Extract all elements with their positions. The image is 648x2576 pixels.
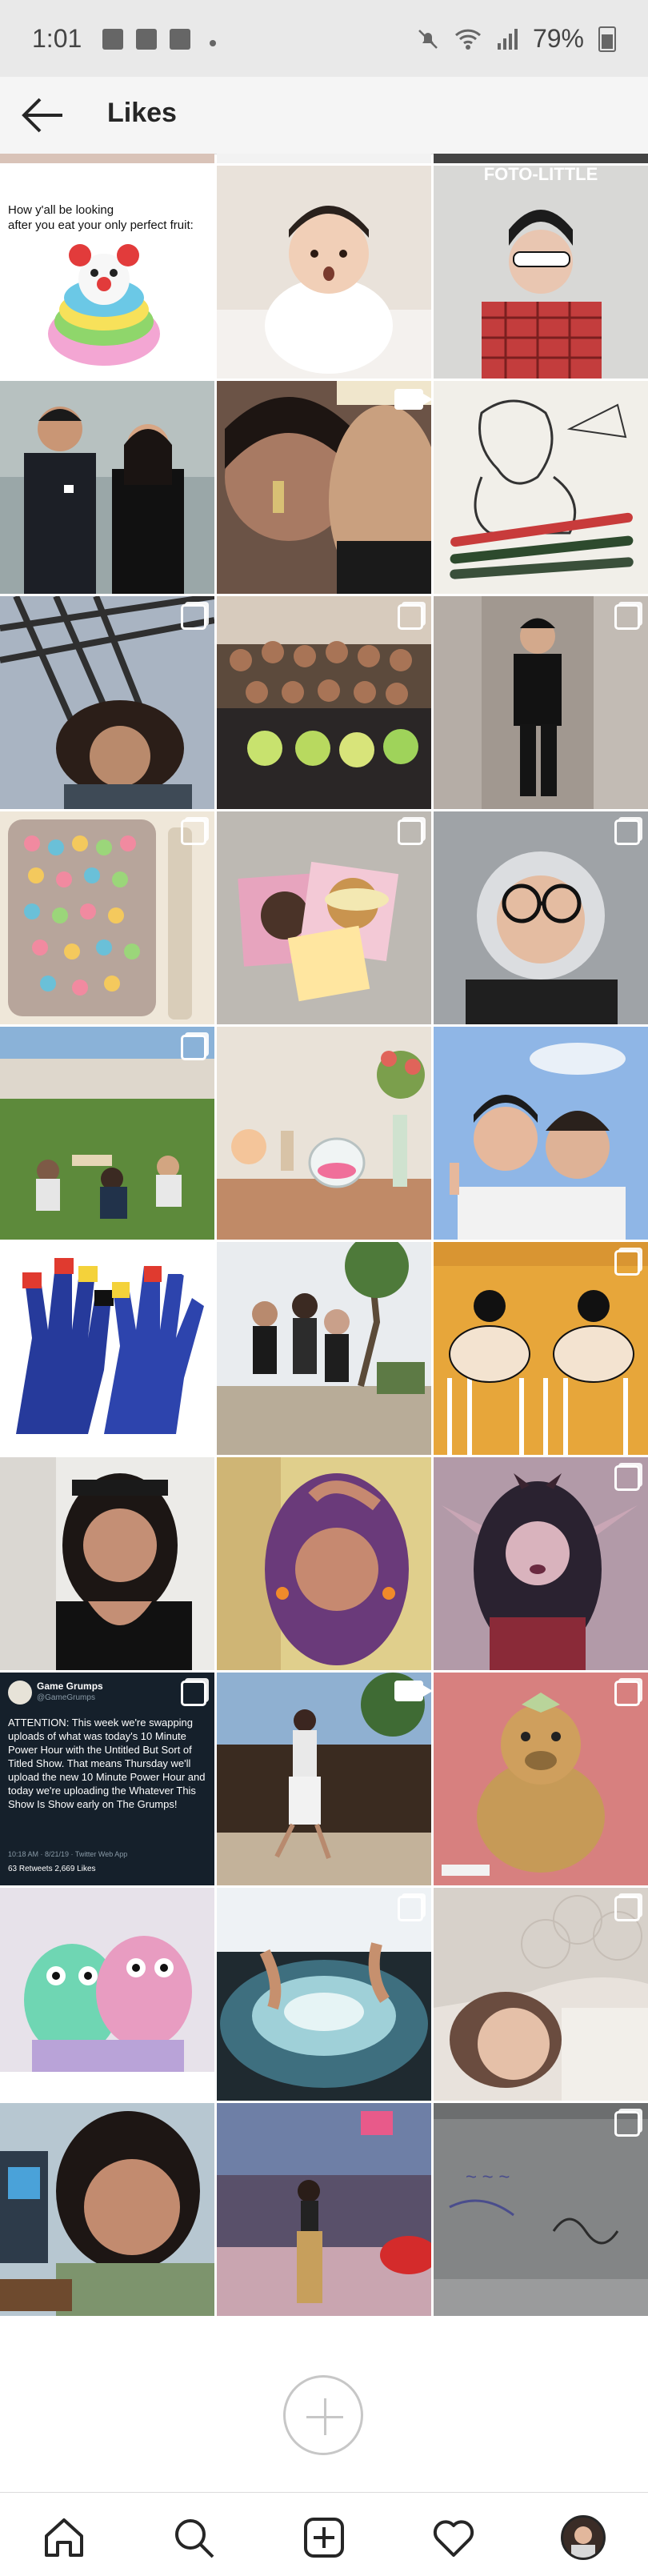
post-tile-meme[interactable]: How y'all be looking after you eat your … — [0, 166, 214, 379]
tweet-meta: 10:18 AM · 8/21/19 · Twitter Web App — [8, 1850, 128, 1858]
post-tile-street[interactable] — [217, 2103, 431, 2316]
post-tile-water[interactable] — [217, 1888, 431, 2101]
post-tile-cards[interactable] — [217, 811, 431, 1024]
street-night-photo — [217, 2103, 431, 2316]
likes-screen: 1:01 79% Likes How y'all be looking afte… — [0, 0, 648, 2576]
post-tile-baby[interactable] — [217, 166, 431, 379]
magazine-cover-photo: FOTO-LITTLE — [434, 166, 648, 379]
carousel-icon — [614, 1250, 640, 1276]
post-tile-magazine[interactable]: FOTO-LITTLE — [434, 166, 648, 379]
tweet-stats: 63 Retweets 2,669 Likes — [8, 1865, 96, 1873]
purple-hair-photo — [217, 1457, 431, 1670]
tweet-author-handle: @GameGrumps — [37, 1693, 95, 1702]
page-title: Likes — [107, 98, 177, 128]
new-post-icon[interactable] — [302, 2515, 346, 2560]
post-tile-friends[interactable] — [217, 1242, 431, 1455]
selfie-photo — [0, 2103, 214, 2316]
status-bar: 1:01 79% — [0, 0, 648, 77]
mute-icon — [418, 29, 438, 49]
liked-posts-grid: How y'all be looking after you eat your … — [0, 154, 648, 2346]
sketch-photo — [434, 381, 648, 594]
post-tile-cropped[interactable] — [217, 154, 431, 163]
video-icon — [394, 1681, 431, 1701]
more-dot-icon — [210, 40, 216, 46]
post-tile-still-life[interactable] — [217, 1027, 431, 1240]
lipstick-video-thumbnail — [217, 381, 431, 594]
header: Likes — [0, 77, 648, 154]
post-tile-wall[interactable]: ~ ~ ~ — [434, 2103, 648, 2316]
tweet-avatar — [8, 1681, 32, 1705]
clown-character-image — [48, 244, 160, 366]
video-icon — [394, 389, 431, 410]
monster-toys-photo — [0, 1888, 214, 2101]
post-tile-dance[interactable] — [217, 1673, 431, 1885]
search-icon[interactable] — [171, 2515, 216, 2560]
message-icon — [170, 29, 190, 50]
carousel-icon — [614, 2111, 640, 2137]
post-tile-mirror[interactable] — [434, 596, 648, 809]
post-tile-lipstick[interactable] — [217, 381, 431, 594]
post-tile-socks[interactable] — [434, 1242, 648, 1455]
tweet-author-name: Game Grumps — [37, 1681, 103, 1692]
couple-photo — [0, 381, 214, 594]
mail-icon — [136, 29, 157, 50]
carousel-icon — [614, 819, 640, 845]
post-tile-plush[interactable] — [434, 1673, 648, 1885]
carousel-icon — [181, 1035, 206, 1060]
carousel-icon — [398, 604, 423, 630]
dance-video-thumbnail — [217, 1673, 431, 1885]
post-tile-purple-hair[interactable] — [217, 1457, 431, 1670]
signal-icon — [497, 28, 518, 50]
carousel-icon — [181, 819, 206, 845]
post-tile-glasses[interactable] — [434, 811, 648, 1024]
post-tile-elf-art[interactable] — [434, 1457, 648, 1670]
carousel-icon — [398, 819, 423, 845]
post-tile-peace[interactable] — [434, 1027, 648, 1240]
wifi-icon — [454, 29, 481, 50]
still-life-photo — [217, 1027, 431, 1240]
magazine-masthead: FOTO-LITTLE — [484, 166, 598, 184]
system-icons: 79% — [416, 24, 616, 54]
carousel-icon — [614, 1896, 640, 1921]
carousel-icon — [614, 604, 640, 630]
post-tile-cropped[interactable] — [434, 154, 648, 163]
battery-icon — [598, 26, 616, 52]
post-tile-cropped[interactable] — [0, 154, 214, 163]
post-tile-windy[interactable] — [0, 596, 214, 809]
post-tile-drawing[interactable] — [434, 381, 648, 594]
home-icon[interactable] — [42, 2515, 86, 2560]
load-more-button[interactable] — [283, 2375, 363, 2455]
friends-outdoor-photo — [217, 1242, 431, 1455]
carousel-icon — [181, 604, 206, 630]
carousel-icon — [614, 1465, 640, 1491]
post-tile-tweet[interactable]: Game Grumps @GameGrumps ATTENTION: This … — [0, 1673, 214, 1885]
carousel-icon — [181, 1250, 206, 1276]
carousel-icon — [181, 1681, 206, 1706]
status-time: 1:01 — [32, 24, 82, 53]
battery-percent: 79% — [532, 24, 584, 53]
gallery-icon — [102, 29, 123, 50]
portrait-photo — [0, 1457, 214, 1670]
notification-icons — [102, 24, 216, 50]
post-tile-park[interactable] — [0, 1027, 214, 1240]
bottom-navigation — [0, 2492, 648, 2576]
peace-sign-photo — [434, 1027, 648, 1240]
graffiti-scribble: ~ ~ ~ — [466, 2166, 510, 2188]
post-tile-bed[interactable] — [434, 1888, 648, 2101]
activity-heart-icon[interactable] — [431, 2515, 476, 2560]
post-tile-phone-case[interactable] — [0, 811, 214, 1024]
profile-avatar-image — [563, 2518, 603, 2558]
post-tile-gloves[interactable] — [0, 1242, 214, 1455]
carousel-icon — [614, 1681, 640, 1706]
profile-avatar[interactable] — [561, 2515, 606, 2560]
back-arrow-icon[interactable] — [21, 94, 66, 136]
carousel-icon — [398, 1896, 423, 1921]
post-tile-portrait[interactable] — [0, 1457, 214, 1670]
post-tile-group[interactable] — [217, 596, 431, 809]
post-tile-selfie[interactable] — [0, 2103, 214, 2316]
tweet-text: ATTENTION: This week we're swapping uplo… — [8, 1717, 206, 1810]
post-tile-couple[interactable] — [0, 381, 214, 594]
baby-photo — [217, 166, 431, 379]
post-tile-monsters[interactable] — [0, 1888, 214, 2101]
